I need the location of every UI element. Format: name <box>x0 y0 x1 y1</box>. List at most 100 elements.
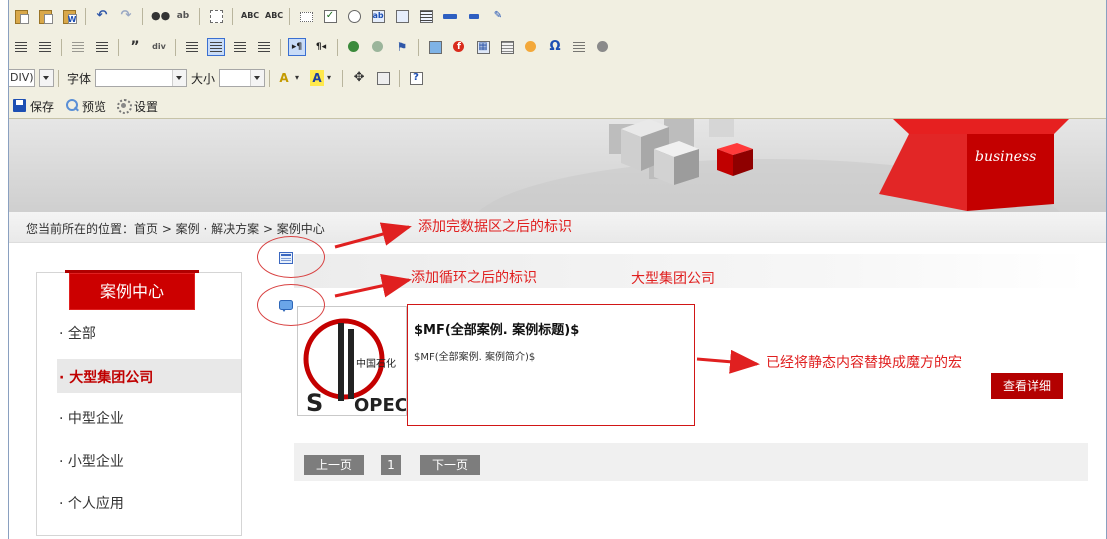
toolbar-separator <box>118 38 119 56</box>
blockquote-icon[interactable]: ” <box>126 38 144 56</box>
form-icon[interactable] <box>297 7 315 25</box>
pagination: 上一页 1 下一页 <box>294 443 1088 481</box>
radio-icon[interactable] <box>345 7 363 25</box>
indent-icon[interactable] <box>93 38 111 56</box>
smiley-icon[interactable] <box>522 38 540 56</box>
font-label: 字体 <box>67 71 92 86</box>
settings-icon <box>116 98 133 114</box>
sidebar-item-small-enterprise[interactable]: · 小型企业 <box>59 451 124 471</box>
horizontal-rule-icon[interactable] <box>498 38 516 56</box>
paste-word-icon[interactable]: W <box>60 7 78 25</box>
find-icon[interactable]: ●● <box>150 7 170 25</box>
align-right-icon[interactable] <box>231 38 249 56</box>
unlink-icon[interactable] <box>369 38 387 56</box>
chevron-down-icon[interactable] <box>172 70 187 86</box>
bulleted-list-icon[interactable] <box>36 38 54 56</box>
preview-button[interactable]: 预览 <box>64 98 106 115</box>
font-select[interactable] <box>95 69 188 87</box>
settings-button[interactable]: 设置 <box>116 98 158 115</box>
checkbox-icon[interactable]: ✓ <box>321 7 339 25</box>
sidebar-item-medium-enterprise[interactable]: · 中型企业 <box>59 408 124 428</box>
toolbar-separator <box>58 69 59 87</box>
size-select[interactable] <box>219 69 266 87</box>
justify-icon[interactable] <box>255 38 273 56</box>
page-break-icon[interactable] <box>570 38 588 56</box>
iframe-icon[interactable] <box>594 38 612 56</box>
image-icon[interactable] <box>426 38 444 56</box>
annotation-arrow <box>696 349 760 374</box>
link-icon[interactable] <box>345 38 363 56</box>
toolbar-actions: 保存 预览 设置 <box>12 94 168 118</box>
button-field-icon[interactable] <box>441 7 459 25</box>
toolbar-separator <box>342 69 344 87</box>
hidden-field-icon[interactable]: ✎ <box>489 7 507 25</box>
create-div-icon[interactable]: div <box>150 38 168 56</box>
spellcheck-as-you-type-icon[interactable]: ABC <box>264 7 283 25</box>
sidebar-item-personal[interactable]: · 个人应用 <box>59 493 124 513</box>
replace-icon[interactable]: ab <box>174 7 192 25</box>
numbered-list-icon[interactable] <box>12 38 30 56</box>
sidebar-item-all[interactable]: · 全部 <box>59 323 96 343</box>
background-color-icon[interactable]: A ▾ <box>309 69 335 87</box>
toolbar-separator <box>269 69 271 87</box>
text-direction-ltr-icon[interactable]: ▸¶ <box>288 38 306 56</box>
case-title[interactable]: $MF(全部案例. 案例标题)$ <box>414 319 579 338</box>
text-direction-rtl-icon[interactable]: ¶◂ <box>312 38 330 56</box>
next-page-button[interactable]: 下一页 <box>420 455 480 475</box>
page-number-button[interactable]: 1 <box>381 455 401 475</box>
svg-text:OPEC: OPEC <box>354 395 406 415</box>
prev-page-button[interactable]: 上一页 <box>304 455 364 475</box>
preview-icon <box>64 98 80 114</box>
loop-icon[interactable] <box>279 300 293 312</box>
format-select[interactable]: DIV) <box>9 69 35 87</box>
select-all-icon[interactable] <box>207 7 225 25</box>
anchor-flag-icon[interactable]: ⚑ <box>393 38 411 56</box>
save-icon <box>12 98 28 114</box>
toolbar-separator <box>280 38 281 56</box>
text-color-icon[interactable]: A ▾ <box>277 69 303 87</box>
case-intro: $MF(全部案例. 案例简介)$ <box>414 352 536 363</box>
toolbar-separator <box>175 38 176 56</box>
select-field-icon[interactable] <box>417 7 435 25</box>
data-area-icon[interactable] <box>279 252 293 264</box>
toolbar-separator <box>418 38 419 56</box>
image-button-icon[interactable] <box>465 7 483 25</box>
show-blocks-icon[interactable] <box>374 69 392 87</box>
table-icon[interactable]: ▦ <box>474 38 492 56</box>
spellcheck-icon[interactable]: ABC <box>240 7 259 25</box>
sidebar-item-large-group[interactable]: · 大型集团公司 <box>59 367 153 387</box>
annotation-macro: 已经将静态内容替换成魔方的宏 <box>766 355 962 371</box>
textarea-icon[interactable] <box>393 7 411 25</box>
flash-icon[interactable]: f <box>450 38 468 56</box>
size-label: 大小 <box>191 71 216 86</box>
format-dropdown-button[interactable] <box>39 69 54 87</box>
svg-text:中国石化: 中国石化 <box>356 357 396 370</box>
textfield-icon[interactable]: ab <box>369 7 387 25</box>
sidebar-title: 案例中心 <box>65 270 199 310</box>
sidebar: 案例中心 · 全部 · 大型集团公司 · 中型企业 · 小型企业 · 个人应用 <box>36 270 242 536</box>
toolbar-separator <box>199 7 200 25</box>
breadcrumb-text[interactable]: 您当前所在的位置：首页 > 案例 · 解决方案 > 案例中心 <box>26 220 325 237</box>
redo-icon[interactable]: ↷ <box>117 7 135 25</box>
editor-toolbar: W ↶ ↷ ●● ab ABC ABC ✓ ab ✎ ” div ▸¶ ¶◂ ⚑… <box>9 0 1106 119</box>
maximize-icon[interactable]: ✥ <box>350 69 368 87</box>
banner-graphic <box>478 119 1069 212</box>
outdent-icon[interactable] <box>69 38 87 56</box>
paste-icon[interactable] <box>12 7 30 25</box>
toolbar-separator <box>337 38 338 56</box>
paste-text-icon[interactable] <box>36 7 54 25</box>
chevron-down-icon[interactable] <box>250 70 265 86</box>
align-left-icon[interactable] <box>183 38 201 56</box>
view-detail-button[interactable]: 查看详细 <box>991 373 1063 399</box>
special-char-icon[interactable]: Ω <box>546 38 564 56</box>
align-center-icon[interactable] <box>207 38 225 56</box>
undo-icon[interactable]: ↶ <box>93 7 111 25</box>
toolbar-row-2: ” div ▸¶ ¶◂ ⚑ f ▦ Ω <box>9 35 615 59</box>
svg-text:S: S <box>306 389 323 415</box>
sinopec-logo: 中国石化 S OPEC <box>303 318 408 417</box>
case-image[interactable]: 中国石化 S OPEC <box>297 306 408 417</box>
help-icon[interactable]: ? <box>407 69 425 87</box>
annotation-category: 大型集团公司 <box>631 271 715 287</box>
annotation-loop: 添加循环之后的标识 <box>411 270 537 286</box>
save-button[interactable]: 保存 <box>12 98 54 115</box>
